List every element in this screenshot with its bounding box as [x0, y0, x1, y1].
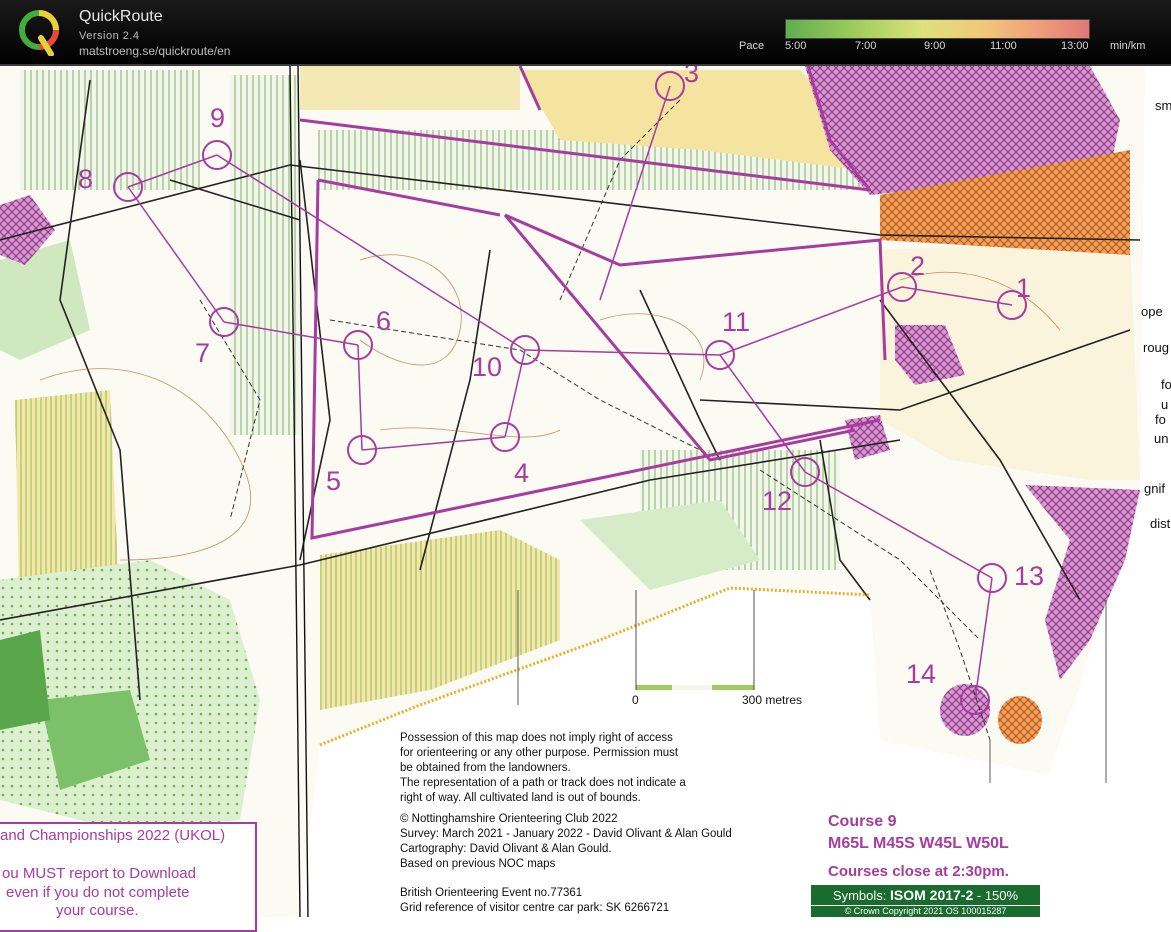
championships-line: even if you do not complete	[6, 884, 190, 901]
map-credits: © Nottinghamshire Orienteering Club 2022…	[400, 812, 732, 872]
legend-fragment: u	[1161, 397, 1169, 412]
open-land	[300, 66, 520, 110]
scale-end-label: 300 metres	[742, 693, 803, 707]
event-line: Grid reference of visitor centre car par…	[400, 902, 670, 914]
event-info: British Orienteering Event no.77361 Grid…	[400, 886, 669, 916]
control-number: 9	[210, 103, 225, 133]
legend-fragment: fo	[1161, 377, 1171, 392]
control-number: 11	[722, 307, 750, 337]
undergrowth-area	[230, 75, 300, 435]
control-number: 12	[762, 486, 792, 516]
credit-line: Based on previous NOC maps	[400, 858, 556, 870]
copyright-banner: © Crown Copyright 2021 OS 100015287	[811, 906, 1040, 917]
symbols-prefix: Symbols:	[832, 888, 890, 903]
undergrowth-area	[20, 70, 200, 190]
notice-line: right of way. All cultivated land is out…	[400, 792, 641, 804]
pace-color-scale	[785, 19, 1090, 39]
championships-line: ou MUST report to Download	[2, 865, 196, 882]
pace-unit: min/km	[1110, 40, 1146, 52]
control-number: 14	[906, 659, 936, 689]
app-url[interactable]: matstroeng.se/quickroute/en	[79, 44, 230, 58]
control-number: 4	[514, 458, 529, 488]
notice-line: be obtained from the landowners.	[400, 762, 571, 774]
course-title: Course 9	[828, 813, 897, 830]
control-number: 13	[1014, 561, 1044, 591]
control-number: 2	[910, 251, 925, 281]
symbols-spec: ISOM 2017-2	[890, 887, 974, 903]
course-info: Course 9 M65L M45S W45L W50L Courses clo…	[828, 811, 1009, 883]
pace-tick: 13:00	[1061, 40, 1089, 52]
notice-line: The representation of a path or track do…	[400, 777, 686, 789]
control-number: 10	[472, 352, 502, 382]
legend-fragment: dist	[1150, 516, 1171, 531]
credit-line: Survey: March 2021 - January 2022 - Davi…	[400, 828, 732, 840]
scale-start-label: 0	[632, 693, 639, 707]
legend-fragment: ope	[1141, 304, 1163, 319]
notice-line: Possession of this map does not imply ri…	[400, 732, 673, 744]
control-number: 5	[326, 466, 341, 496]
control-number: 6	[376, 306, 391, 336]
legend-fragment: gnif	[1144, 481, 1165, 496]
course-close-time: Courses close at 2:30pm.	[828, 863, 1009, 880]
legend-fragment: fo	[1155, 412, 1166, 427]
credit-line: Cartography: David Olivant & Alan Gould.	[400, 843, 612, 855]
app-version: Version 2.4	[79, 30, 140, 42]
event-line: British Orienteering Event no.77361	[400, 887, 583, 899]
course-classes: M65L M45S W45L W50L	[828, 835, 1009, 852]
control-number: 7	[195, 338, 210, 368]
credit-line: © Nottinghamshire Orienteering Club 2022	[400, 813, 618, 825]
symbols-suffix: - 150%	[973, 888, 1019, 903]
pace-label: Pace	[739, 40, 765, 52]
pace-tick: 7:00	[855, 40, 877, 52]
out-of-bounds-area	[998, 696, 1042, 744]
access-notice: Possession of this map does not imply ri…	[400, 731, 686, 806]
pace-tick: 11:00	[990, 40, 1017, 52]
championships-title: and Championships 2022 (UKOL)	[0, 827, 226, 844]
pace-tick: 9:00	[924, 40, 946, 52]
app-header: QuickRoute Version 2.4 matstroeng.se/qui…	[0, 0, 1171, 66]
control-number: 8	[78, 164, 93, 194]
quickroute-logo-icon	[19, 10, 59, 56]
control-number: 3	[684, 66, 699, 88]
symbols-banner: Symbols: ISOM 2017-2 - 150%	[811, 885, 1040, 905]
notice-line: for orienteering or any other purpose. P…	[400, 747, 679, 759]
pace-tick: 5:00	[785, 40, 807, 52]
control-number: 1	[1016, 273, 1031, 303]
legend-fragment: sm	[1155, 98, 1171, 113]
app-title: QuickRoute	[79, 8, 163, 25]
legend-fragment: roug	[1143, 340, 1170, 355]
legend-fragment: un	[1154, 431, 1169, 446]
championships-line: your course.	[56, 902, 139, 919]
